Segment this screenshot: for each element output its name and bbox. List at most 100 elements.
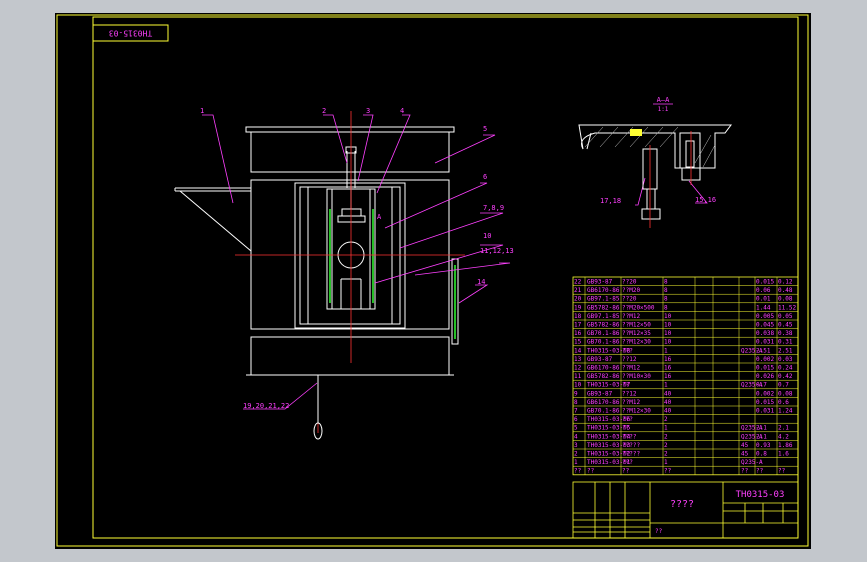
- parts-list-cell: 5: [574, 425, 578, 432]
- parts-list-cell: ??12: [622, 390, 637, 397]
- section-scale: 1:1: [658, 106, 669, 113]
- parts-list-cell: 2.51: [756, 347, 771, 354]
- parts-list-cell: 45: [741, 442, 749, 449]
- parts-list-cell: 8: [664, 279, 668, 286]
- parts-list-cell: 19: [574, 304, 582, 311]
- parts-list-cell: ??M12×35: [622, 330, 651, 337]
- parts-list-cell: 16: [664, 356, 672, 363]
- parts-list-cell: 0.38: [778, 330, 793, 337]
- callout-label: 2: [322, 107, 326, 115]
- parts-list-cell: 10: [664, 322, 672, 329]
- parts-list-cell: 0.31: [778, 339, 793, 346]
- parts-list-cell: 20: [574, 296, 582, 303]
- drawing-code: TH0315-03: [736, 490, 785, 500]
- parts-list-cell: GB93-87: [587, 390, 613, 397]
- parts-list-cell: ??12: [622, 356, 637, 363]
- callout-label: 17,18: [600, 197, 621, 205]
- parts-list-cell: 16: [574, 330, 582, 337]
- parts-list-cell: 0.031: [756, 339, 774, 346]
- parts-list-cell: ????: [622, 433, 637, 440]
- parts-list-cell: 0.42: [778, 373, 793, 380]
- parts-list-cell: 21: [574, 287, 582, 294]
- parts-list-cell: 40: [664, 390, 672, 397]
- parts-list-cell: ??: [587, 468, 595, 475]
- parts-list-cell: ??: [778, 468, 786, 475]
- parts-list-cell: 0.015: [756, 279, 774, 286]
- parts-list-cell: 8: [664, 304, 668, 311]
- parts-list: 22 GB93-87 ??20 8 0.015 0.1221 GB6170-86 ??M20 8…: [572, 276, 799, 476]
- parts-list-cell: 0.8: [756, 451, 767, 458]
- parts-list-cell: GB70.1-86: [587, 330, 620, 337]
- parts-list-cell: 2.1: [778, 425, 789, 432]
- parts-list-cell: ??20: [622, 296, 637, 303]
- parts-list-cell: GB97.1-85: [587, 313, 620, 320]
- parts-list-cell: ??: [741, 468, 749, 475]
- parts-list-cell: 0.031: [756, 408, 774, 415]
- callout-label: 19,20,21,22: [243, 402, 289, 410]
- designer-label: ??: [655, 528, 663, 535]
- parts-list-cell: 17: [574, 322, 582, 329]
- parts-list-cell: ??M10×30: [622, 373, 651, 380]
- parts-list-cell: 2: [664, 416, 668, 423]
- parts-list-cell: 7: [574, 408, 578, 415]
- parts-list-cell: 0.93: [756, 442, 771, 449]
- parts-list-cell: 2: [664, 451, 668, 458]
- parts-list-cell: 0.005: [756, 313, 774, 320]
- parts-list-cell: 2.51: [778, 347, 793, 354]
- center-lines: [235, 111, 465, 433]
- parts-list-cell: 4: [574, 433, 578, 440]
- parts-list-cell: 10: [664, 313, 672, 320]
- parts-list-cell: 0.03: [778, 356, 793, 363]
- parts-list-cell: ??M12: [622, 399, 640, 406]
- parts-list-cell: 4.2: [778, 433, 789, 440]
- parts-list-cell: ???: [622, 347, 633, 354]
- parts-list-cell: 2: [664, 433, 668, 440]
- parts-list-cell: 1: [574, 459, 578, 466]
- main-view: [174, 126, 459, 376]
- key-block: [630, 129, 642, 136]
- parts-list-cell: 0.08: [778, 296, 793, 303]
- callout-label: 14: [477, 278, 485, 286]
- parts-list-cell: ??20: [622, 279, 637, 286]
- parts-list-cell: ??: [622, 382, 630, 389]
- parts-list-cell: 1: [664, 425, 668, 432]
- parts-list-cell: GB93-87: [587, 356, 613, 363]
- parts-list-cell: GB5782-86: [587, 373, 620, 380]
- parts-list-cell: GB6170-86: [587, 399, 620, 406]
- callout-label: 5: [483, 125, 487, 133]
- callout-label: 15,16: [695, 196, 716, 204]
- parts-list-cell: ??M12×50: [622, 322, 651, 329]
- parts-list-cell: GB6170-86: [587, 287, 620, 294]
- parts-list-cell: 10: [664, 330, 672, 337]
- parts-list-cell: 3: [574, 442, 578, 449]
- drawing-sheet: TH0315-03 1 2 3 4 5 6 7,8,9 10 11,12,13 …: [55, 13, 811, 549]
- parts-list-cell: ??M12×30: [622, 408, 651, 415]
- parts-list-cell: 0.002: [756, 390, 774, 397]
- parts-list-cell: 0.015: [756, 365, 774, 372]
- parts-list-cell: ??: [622, 468, 630, 475]
- parts-list-cell: 0.015: [756, 399, 774, 406]
- parts-list-cell: 11: [574, 373, 582, 380]
- parts-list-cell: GB70.1-86: [587, 408, 620, 415]
- parts-list-cell: 12: [574, 365, 582, 372]
- parts-list-cell: 16: [664, 373, 672, 380]
- parts-list-cell: 0.08: [778, 390, 793, 397]
- parts-list-cell: ??: [664, 468, 672, 475]
- parts-list-cell: 0.7: [778, 382, 789, 389]
- parts-list-cell: ??: [622, 425, 630, 432]
- parts-list-cell: 0.24: [778, 365, 793, 372]
- parts-list-cell: 2.1: [756, 425, 767, 432]
- parts-list-cell: 0.48: [778, 287, 793, 294]
- parts-list-cell: 40: [664, 399, 672, 406]
- parts-list-cell: 1.44: [756, 304, 771, 311]
- parts-list-cell: 0.12: [778, 279, 793, 286]
- parts-list-cell: 0.002: [756, 356, 774, 363]
- parts-list-cell: 0.7: [756, 382, 767, 389]
- parts-list-cell: ??M12: [622, 313, 640, 320]
- parts-list-cell: 0.05: [778, 313, 793, 320]
- callout-label: 7,8,9: [483, 204, 504, 212]
- parts-list-cell: 15: [574, 339, 582, 346]
- parts-list-cell: 0.01: [756, 296, 771, 303]
- parts-list-cell: ??: [756, 468, 764, 475]
- parts-list-cell: 18: [574, 313, 582, 320]
